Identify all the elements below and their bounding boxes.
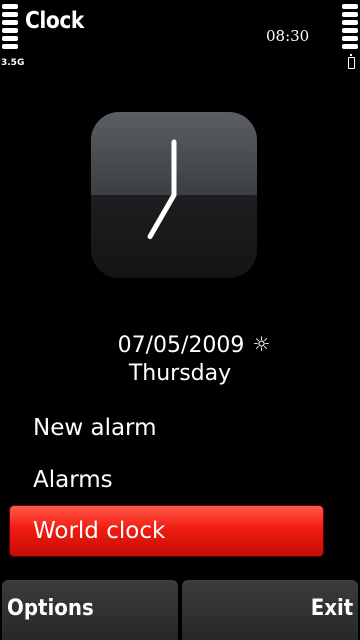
exit-softkey-label: Exit	[310, 596, 353, 621]
menu-item-alarms[interactable]: Alarms	[10, 455, 323, 505]
app-title: Clock	[25, 8, 84, 34]
menu-item-world-clock[interactable]: World clock	[10, 506, 323, 556]
date-row: 07/05/2009 ☼	[0, 330, 360, 360]
battery-level-icon	[342, 4, 358, 49]
menu-item-label: Alarms	[33, 467, 113, 493]
menu-item-new-alarm[interactable]: New alarm	[10, 403, 323, 453]
date-value: 07/05/2009	[117, 333, 245, 358]
status-time: 08:30	[266, 27, 310, 45]
clock-app-screen: Clock 08:30 3.5G 07/05/2009 ☼ Thursday Ne…	[0, 0, 360, 640]
clock-hands	[147, 139, 177, 240]
menu-item-label: New alarm	[33, 415, 157, 441]
analog-clock[interactable]	[91, 112, 257, 278]
sun-icon: ☼	[252, 332, 271, 356]
battery-icon	[348, 54, 355, 69]
options-softkey-label: Options	[7, 596, 94, 621]
exit-softkey[interactable]: Exit	[182, 580, 358, 640]
menu-item-label: World clock	[33, 518, 166, 544]
options-softkey[interactable]: Options	[2, 580, 178, 640]
signal-strength-icon	[2, 4, 18, 49]
weekday-label: Thursday	[128, 361, 232, 386]
clock-hour-hand	[147, 192, 177, 240]
network-type-indicator: 3.5G	[1, 58, 25, 68]
